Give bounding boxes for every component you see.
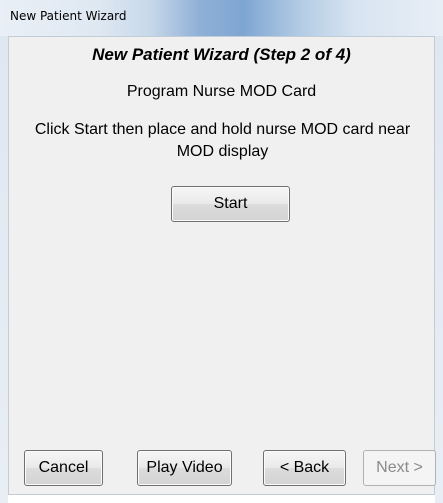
wizard-title: New Patient Wizard (Step 2 of 4) [92,45,351,64]
back-button[interactable]: < Back [263,450,346,486]
cancel-button[interactable]: Cancel [24,450,103,486]
window-title: New Patient Wizard [10,9,127,23]
wizard-window: New Patient Wizard New Patient Wizard (S… [0,0,443,503]
title-bar[interactable]: New Patient Wizard [0,0,443,36]
next-button[interactable]: Next > [363,450,436,486]
start-button[interactable]: Start [171,186,290,222]
window-left-border [0,36,8,503]
play-video-button[interactable]: Play Video [137,450,232,486]
wizard-panel: New Patient Wizard (Step 2 of 4) Program… [8,36,436,495]
window-right-border [435,36,443,503]
step-heading: Program Nurse MOD Card [126,83,317,100]
instruction-text: Click Start then place and hold nurse MO… [34,121,411,160]
